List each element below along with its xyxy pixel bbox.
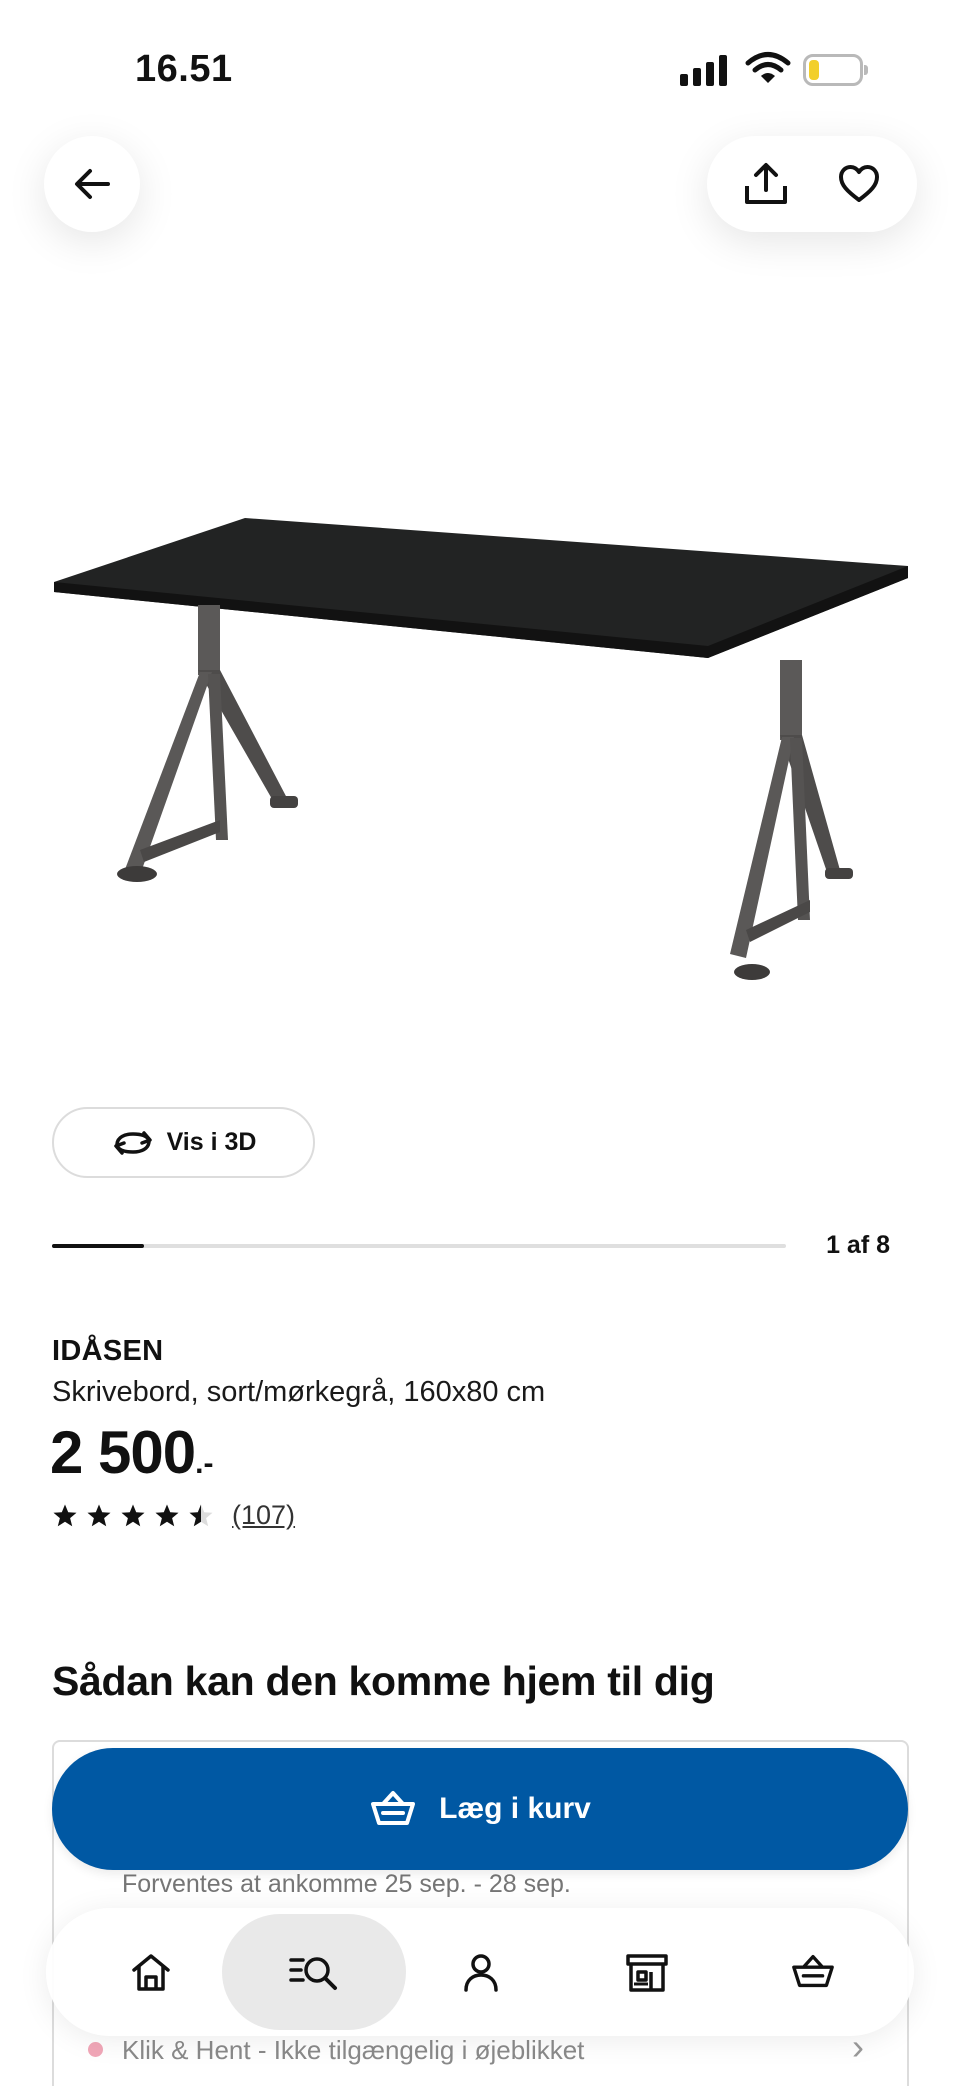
gallery-progress [52, 1244, 786, 1248]
favourite-button[interactable] [829, 154, 889, 214]
gallery-counter: 1 af 8 [826, 1231, 890, 1259]
wifi-icon [745, 52, 791, 83]
back-button[interactable] [44, 136, 140, 232]
top-actions [707, 136, 917, 232]
share-button[interactable] [736, 154, 796, 214]
star-icon [121, 1504, 145, 1526]
availability-dot [88, 2042, 103, 2057]
rotate-3d-icon [113, 1130, 152, 1155]
tab-basket[interactable] [758, 1908, 868, 2036]
add-to-cart-label: Læg i kurv [439, 1792, 591, 1825]
delivery-eta: Forventes at ankomme 25 sep. - 28 sep. [122, 1870, 571, 1898]
view-3d-button[interactable]: Vis i 3D [52, 1107, 315, 1178]
product-image[interactable] [40, 480, 920, 1000]
star-icon [53, 1504, 77, 1526]
bottom-tab-bar [46, 1908, 914, 2036]
add-to-cart-button[interactable]: Læg i kurv [52, 1748, 908, 1870]
click-collect-status[interactable]: Klik & Hent - Ikke tilgængelig i øjeblik… [122, 2035, 584, 2066]
basket-icon [792, 1954, 834, 1988]
tab-profile[interactable] [426, 1908, 536, 2036]
arrow-left-icon [75, 169, 110, 199]
status-time: 16.51 [135, 48, 233, 90]
store-icon [626, 1954, 668, 1992]
product-rating[interactable]: (107) [52, 1500, 295, 1531]
star-icon [189, 1504, 213, 1526]
battery-icon [803, 54, 868, 86]
star-icon [155, 1504, 179, 1526]
delivery-section-title: Sådan kan den komme hjem til dig [52, 1658, 715, 1704]
search-icon [289, 1957, 337, 1990]
profile-icon [464, 1954, 498, 1992]
star-icon [87, 1504, 111, 1526]
tab-stores[interactable] [592, 1908, 702, 2036]
product-price: 2 500.- [50, 1418, 213, 1487]
rating-stars [52, 1503, 214, 1529]
basket-icon [371, 1791, 416, 1825]
tab-search[interactable] [222, 1908, 406, 2036]
signal-icon [680, 54, 730, 86]
price-value: 2 500 [50, 1419, 196, 1486]
product-name: IDÅSEN [52, 1335, 164, 1367]
gallery-progress-fill [52, 1244, 144, 1248]
home-icon [132, 1954, 170, 1991]
rating-count[interactable]: (107) [232, 1500, 295, 1531]
tab-home[interactable] [96, 1908, 206, 2036]
heart-icon [838, 165, 879, 202]
price-suffix: .- [195, 1447, 214, 1480]
view-3d-label: Vis i 3D [166, 1128, 257, 1156]
share-icon [744, 163, 787, 204]
product-description: Skrivebord, sort/mørkegrå, 160x80 cm [52, 1376, 546, 1408]
